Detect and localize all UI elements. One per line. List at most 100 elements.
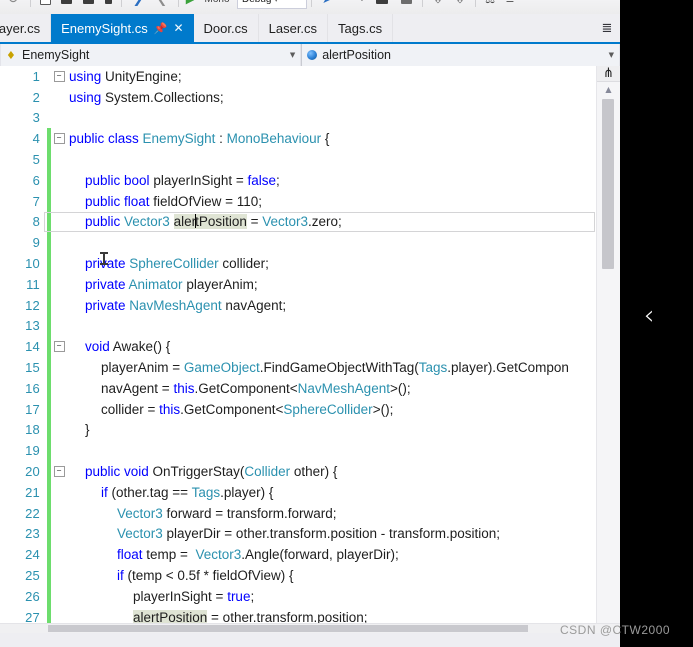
code-token: MonoBehaviour — [226, 131, 322, 147]
code-text: public class EnemySight : MonoBehaviour … — [67, 131, 597, 146]
change-bar — [47, 169, 51, 191]
code-line[interactable]: 6 public bool playerInSight = false; — [0, 169, 597, 191]
type-dropdown[interactable]: ♦ EnemySight ▼ — [0, 44, 302, 66]
code-token: ; — [250, 588, 255, 604]
attach-process-icon[interactable]: ➤ — [316, 0, 338, 12]
undo-icon[interactable]: ↻ — [0, 0, 26, 12]
code-line[interactable]: 11 private Animator playerAnim; — [0, 273, 597, 295]
code-line[interactable]: 2 using System.Collections; — [0, 87, 597, 108]
configuration-value: Debug — [242, 0, 271, 5]
step-over-icon[interactable]: ≡ — [338, 0, 354, 12]
change-bar — [47, 211, 51, 233]
code-token: : — [215, 131, 227, 147]
code-editor[interactable]: 1− using UnityEngine; 2 using System.Collec… — [0, 66, 620, 633]
save-icon[interactable] — [55, 0, 77, 12]
collapse-icon[interactable]: − — [53, 341, 65, 353]
code-line[interactable]: 12 private NavMeshAgent navAgent; — [0, 294, 597, 316]
code-line[interactable]: 10 private SphereCollider collider; — [0, 253, 597, 274]
fold-gutter[interactable]: − — [51, 70, 67, 82]
fold-gutter[interactable]: − — [51, 341, 67, 353]
code-line[interactable]: 15 playerAnim = GameObject.FindGameObject… — [0, 357, 597, 378]
code-line[interactable]: 14− void Awake() { — [0, 336, 597, 358]
new-file-icon[interactable] — [35, 0, 55, 12]
code-line[interactable]: 27 alertPosition = other.transform.positi… — [0, 606, 597, 624]
code-line[interactable]: 13 — [0, 315, 597, 337]
split-view-icon[interactable]: ⋔ — [597, 66, 620, 82]
line-number: 6 — [32, 172, 40, 188]
vertical-scroll-thumb[interactable] — [602, 99, 614, 269]
code-lines[interactable]: 1− using UnityEngine; 2 using System.Collec… — [0, 66, 597, 624]
code-text: private SphereCollider collider; — [67, 256, 597, 271]
scroll-up-icon[interactable]: ▲ — [597, 82, 620, 96]
collapse-icon[interactable]: − — [53, 133, 65, 145]
code-line[interactable]: 19 — [0, 440, 597, 462]
code-token: temp = — [146, 547, 196, 563]
run-target-label[interactable]: Mono — [197, 0, 237, 12]
code-token: System.Collections; — [105, 89, 224, 105]
tab-door-cs[interactable]: Door.cs — [193, 14, 259, 42]
navigate-back-icon[interactable]: ❮ — [150, 0, 174, 12]
comment-icon[interactable] — [394, 0, 418, 12]
configuration-dropdown[interactable]: Debug ▼ — [237, 0, 307, 9]
tab-tags-cs[interactable]: Tags.cs — [328, 14, 394, 42]
member-dropdown[interactable]: alertPosition ▼ — [301, 44, 620, 66]
code-line[interactable]: 17 collider = this.GetComponent<SphereCol… — [0, 398, 597, 420]
code-line[interactable]: 9 — [0, 232, 597, 254]
pin-icon[interactable]: 📌 — [154, 22, 168, 35]
tab-enemysight-cs[interactable]: EnemySight.cs 📌 ✕ — [51, 14, 194, 42]
code-line[interactable]: 22 Vector3 forward = transform.forward; — [0, 502, 597, 524]
toolbar-divider-5 — [422, 0, 423, 7]
code-token: using — [69, 89, 106, 105]
code-token: SphereCollider — [283, 401, 373, 417]
code-line[interactable]: 26 playerInSight = true; — [0, 585, 597, 607]
chevron-left-icon[interactable]: ‹ — [634, 300, 664, 334]
pen-icon[interactable]: ❯ — [126, 0, 150, 12]
step-into-icon[interactable]: ✱ — [354, 0, 370, 12]
print-icon[interactable] — [99, 0, 117, 12]
code-line[interactable]: 4 − public class EnemySight : MonoBehaviou… — [0, 128, 597, 150]
pin-toolbar-icon[interactable]: ⚖ — [480, 0, 500, 12]
bookmark-next-icon[interactable]: ⇩ — [449, 0, 471, 12]
vertical-scrollbar[interactable]: ⋔ ▲ — [596, 66, 620, 624]
code-line[interactable]: 24 float temp = Vector3.Angle(forward, pl… — [0, 544, 597, 566]
code-line[interactable]: 8 public Vector3 alertPosition = Vector3.… — [0, 211, 597, 233]
toolbar: ↻ ❯ ❮ — [0, 0, 620, 14]
code-line[interactable]: 25 if (temp < 0.5f * fieldOfView) { — [0, 565, 597, 586]
close-icon[interactable]: ✕ — [173, 21, 183, 35]
run-icon[interactable]: ▶ — [183, 0, 197, 12]
tab-layer-cs[interactable]: layer.cs — [0, 14, 52, 42]
horizontal-scroll-thumb[interactable] — [48, 625, 528, 632]
bookmark-icon[interactable]: ⇩ — [427, 0, 449, 12]
window-layout-icon[interactable] — [370, 0, 394, 12]
code-token: Animator — [128, 276, 183, 292]
code-token: public bool — [85, 172, 154, 188]
code-line[interactable]: 18} — [0, 419, 597, 441]
code-line[interactable]: 5 — [0, 149, 597, 170]
code-line[interactable]: 20− public void OnTriggerStay(Collider ot… — [0, 461, 597, 482]
change-bar — [47, 315, 51, 337]
change-bar — [47, 253, 51, 274]
fold-gutter[interactable]: − — [51, 133, 67, 145]
code-token: navAgent; — [221, 297, 287, 313]
fold-gutter[interactable]: − — [51, 466, 67, 478]
line-number: 26 — [25, 588, 40, 604]
code-line[interactable]: 1 − using UnityEngine; — [0, 66, 597, 87]
code-token: if — [117, 568, 124, 584]
horizontal-scrollbar[interactable] — [0, 623, 620, 633]
code-line[interactable]: 7 public float fieldOfView = 110; — [0, 190, 597, 212]
code-token: playerDir = other.transform.position - t… — [162, 526, 501, 542]
code-line[interactable]: 21 if (other.tag == Tags.player) { — [0, 481, 597, 503]
code-line[interactable]: 3 — [0, 108, 597, 129]
code-token: Tags — [191, 484, 221, 500]
code-text: if (temp < 0.5f * fieldOfView) { — [67, 568, 597, 583]
collapse-icon[interactable]: − — [53, 70, 65, 82]
tab-overflow-icon[interactable]: ≣ — [594, 14, 620, 42]
toolbar-overflow-icon[interactable]: ≡ — [500, 0, 520, 12]
code-line[interactable]: 23 Vector3 playerDir = other.transform.po… — [0, 523, 597, 545]
code-token: UnityEngine; — [105, 68, 182, 84]
collapse-icon[interactable]: − — [53, 466, 65, 478]
code-token: Vector3 — [262, 214, 309, 230]
save-all-icon[interactable] — [77, 0, 99, 12]
tab-laser-cs[interactable]: Laser.cs — [258, 14, 329, 42]
code-line[interactable]: 16 navAgent = this.GetComponent<NavMeshAg… — [0, 377, 597, 399]
